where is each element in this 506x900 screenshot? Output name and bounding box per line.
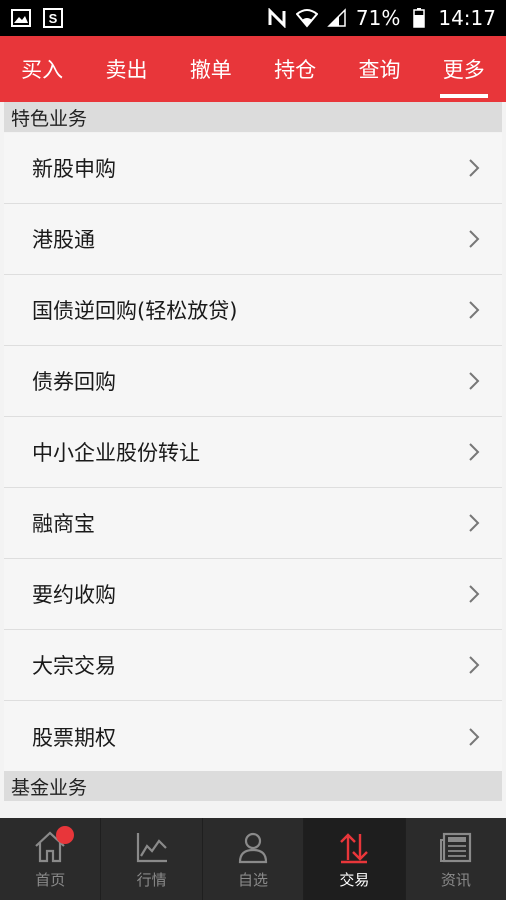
list-item-label: 要约收购: [32, 583, 116, 607]
trade-tab-bar: 买入 卖出 撤单 持仓 查询 更多: [0, 36, 506, 102]
list-item-label: 中小企业股份转让: [32, 441, 200, 465]
notification-badge: [56, 825, 75, 844]
home-icon: [32, 825, 75, 865]
person-icon: [235, 829, 271, 865]
chevron-right-icon: [466, 157, 482, 179]
signal-icon: [326, 8, 348, 28]
list-item-rongshangbao[interactable]: 融商宝: [4, 488, 502, 559]
nav-label: 自选: [238, 870, 269, 889]
image-icon: [10, 8, 32, 28]
list-item-treasury-reverse-repo[interactable]: 国债逆回购(轻松放贷): [4, 275, 502, 346]
content-area: 特色业务 新股申购 港股通 国债逆回购(轻松放贷) 债券回购 中小企业股份转让 …: [0, 102, 506, 818]
tab-positions[interactable]: 持仓: [253, 36, 337, 102]
chart-icon: [134, 829, 170, 865]
nav-label: 行情: [136, 870, 167, 889]
chevron-right-icon: [466, 299, 482, 321]
tab-buy[interactable]: 买入: [0, 36, 84, 102]
chevron-right-icon: [466, 726, 482, 748]
tab-more[interactable]: 更多: [422, 36, 506, 102]
list-item-label: 债券回购: [32, 370, 116, 394]
chevron-right-icon: [466, 228, 482, 250]
list-item-block-trade[interactable]: 大宗交易: [4, 630, 502, 701]
clock: 14:17: [438, 6, 496, 30]
nav-label: 交易: [339, 870, 370, 889]
tab-sell[interactable]: 卖出: [84, 36, 168, 102]
svg-text:S: S: [49, 11, 58, 26]
list-item-tender-offer[interactable]: 要约收购: [4, 559, 502, 630]
section-header-featured: 特色业务: [4, 102, 502, 132]
nav-trade[interactable]: 交易: [304, 818, 406, 900]
list-item-ipo-subscription[interactable]: 新股申购: [4, 133, 502, 204]
featured-business-list: 新股申购 港股通 国债逆回购(轻松放贷) 债券回购 中小企业股份转让 融商宝 要…: [4, 133, 502, 772]
list-item-label: 融商宝: [32, 512, 95, 536]
chevron-right-icon: [466, 441, 482, 463]
s-app-icon: S: [42, 8, 64, 28]
nav-news[interactable]: 资讯: [406, 818, 506, 900]
bottom-nav: 首页 行情 自选 交易 资讯: [0, 818, 506, 900]
nav-home[interactable]: 首页: [0, 818, 102, 900]
list-item-stock-options[interactable]: 股票期权: [4, 701, 502, 772]
news-icon: [438, 829, 474, 865]
list-item-label: 国债逆回购(轻松放贷): [32, 299, 238, 323]
status-bar: S 71% 14:17: [0, 0, 506, 36]
list-item-bond-repo[interactable]: 债券回购: [4, 346, 502, 417]
list-item-sme-share-transfer[interactable]: 中小企业股份转让: [4, 417, 502, 488]
battery-percent: 71%: [355, 6, 401, 30]
chevron-right-icon: [466, 370, 482, 392]
nav-market[interactable]: 行情: [101, 818, 203, 900]
list-item-label: 大宗交易: [32, 654, 116, 678]
trade-icon: [336, 829, 372, 865]
chevron-right-icon: [466, 512, 482, 534]
wifi-icon: [295, 8, 318, 28]
tab-cancel-order[interactable]: 撤单: [169, 36, 253, 102]
nfc-icon: [266, 8, 288, 28]
list-item-label: 股票期权: [32, 725, 116, 750]
tab-query[interactable]: 查询: [337, 36, 421, 102]
nav-label: 资讯: [440, 870, 471, 889]
section-header-fund: 基金业务: [4, 771, 502, 801]
battery-icon: [408, 8, 430, 28]
chevron-right-icon: [466, 583, 482, 605]
list-item-hk-connect[interactable]: 港股通: [4, 204, 502, 275]
nav-label: 首页: [35, 870, 66, 889]
chevron-right-icon: [466, 654, 482, 676]
list-item-label: 港股通: [32, 228, 95, 252]
nav-watchlist[interactable]: 自选: [203, 818, 305, 900]
list-item-label: 新股申购: [32, 157, 116, 181]
